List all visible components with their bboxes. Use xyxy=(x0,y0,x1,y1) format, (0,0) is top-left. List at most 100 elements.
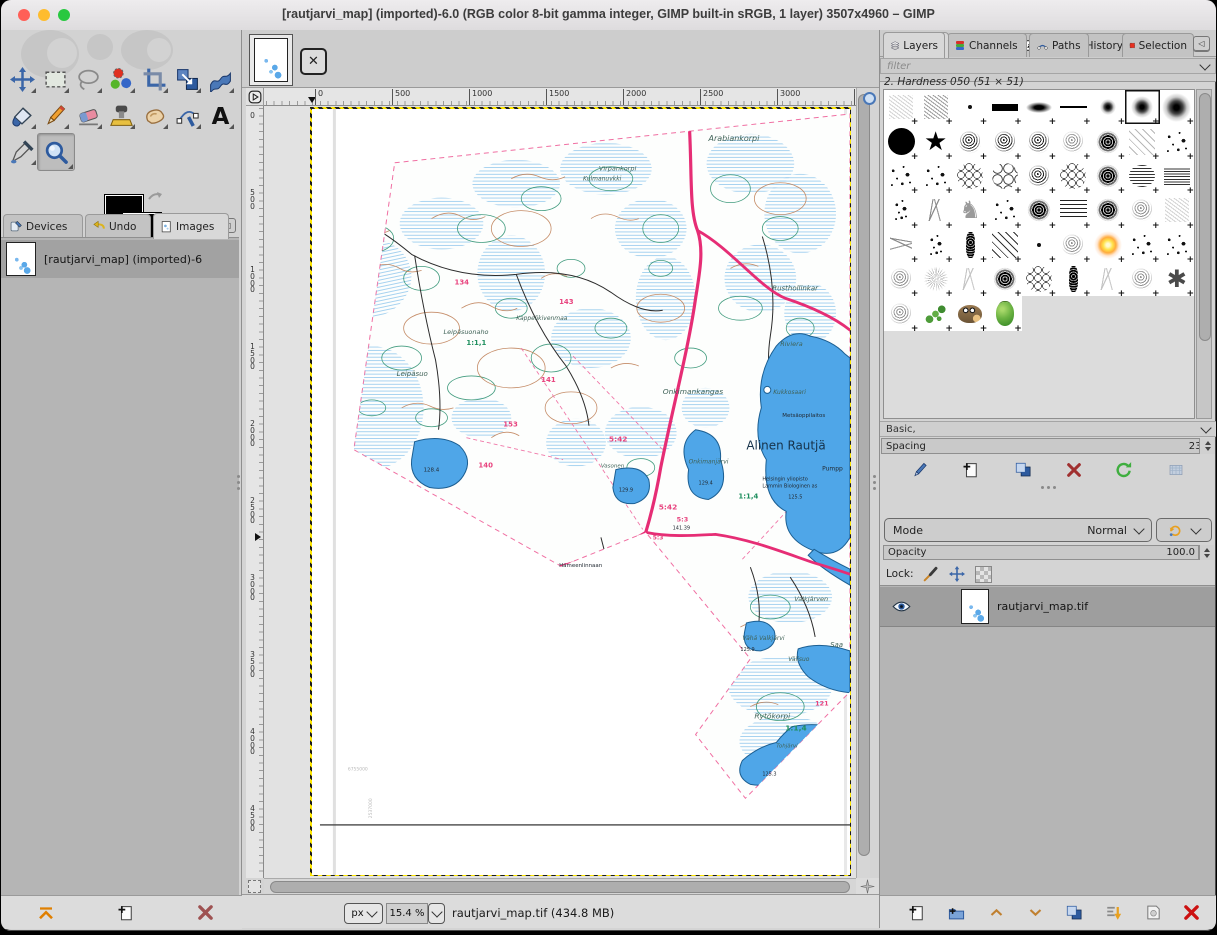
tab-layers[interactable]: Layers xyxy=(883,32,945,58)
horizontal-ruler[interactable]: 0500100015002000250030003500 xyxy=(264,88,856,106)
brush-cell-ringTex[interactable] xyxy=(1022,262,1056,296)
layer-mask-icon[interactable] xyxy=(1145,904,1162,921)
brush-cell-blobG[interactable] xyxy=(1056,228,1090,262)
unified-transform-tool[interactable] xyxy=(172,64,202,94)
tab-undo[interactable]: Undo xyxy=(85,214,151,238)
eraser-tool[interactable] xyxy=(73,100,103,130)
brush-filter-input[interactable]: filter xyxy=(880,58,1216,74)
brush-cell-spray[interactable] xyxy=(1160,228,1194,262)
brush-cell-inkBlob[interactable] xyxy=(1022,193,1056,227)
brush-cell-spray[interactable] xyxy=(1125,228,1159,262)
merge-layer-icon[interactable] xyxy=(1105,904,1123,922)
brush-cell-texR[interactable] xyxy=(884,262,918,296)
pencil-tool[interactable] xyxy=(40,100,70,130)
clone-tool[interactable] xyxy=(106,100,136,130)
crop-tool[interactable] xyxy=(139,64,169,94)
brush-cell-strokeV[interactable] xyxy=(884,228,918,262)
unit-dropdown[interactable]: px xyxy=(344,903,383,924)
brush-preset-dropdown[interactable]: Basic, xyxy=(880,421,1216,437)
brush-cell-spiky[interactable]: ✱ xyxy=(1160,262,1194,296)
canvas[interactable]: ArabiankorpiVirpankorpiKulmanuvkkiRustho… xyxy=(264,106,856,878)
open-as-image-icon[interactable] xyxy=(1167,462,1185,478)
brush-cell-pepper[interactable] xyxy=(987,296,1021,330)
tab-images[interactable]: Images xyxy=(153,213,229,239)
lock-pixels-icon[interactable] xyxy=(923,566,939,582)
ruler-menu-button[interactable] xyxy=(246,88,264,106)
mode-dropdown[interactable]: Mode Normal xyxy=(884,518,1152,542)
brush-cell-speckV[interactable] xyxy=(884,193,918,227)
dock-menu-button[interactable]: ◁ xyxy=(1193,36,1210,51)
visibility-eye-icon[interactable] xyxy=(892,600,911,613)
opacity-spinner[interactable] xyxy=(1199,545,1214,560)
brush-cell-circle[interactable] xyxy=(884,124,918,158)
navigation-button[interactable] xyxy=(856,878,879,894)
horizontal-scrollbar[interactable] xyxy=(264,878,856,893)
vertical-ruler[interactable]: 05 0 01 0 0 01 5 0 02 0 0 02 5 0 03 0 0 … xyxy=(246,106,264,878)
panel-splitter[interactable] xyxy=(880,483,1216,491)
opacity-slider[interactable]: Opacity 100.0 xyxy=(883,545,1199,560)
brush-cell-faintDiag[interactable] xyxy=(1125,124,1159,158)
dock-splitter[interactable] xyxy=(237,475,240,490)
brush-cell-swirl[interactable] xyxy=(1091,193,1125,227)
brush-cell-star[interactable]: ★ xyxy=(918,124,952,158)
image-list-item[interactable]: [rautjarvi_map] (imported)-6 xyxy=(1,240,239,278)
brush-cell-speckC[interactable] xyxy=(987,193,1021,227)
lock-position-icon[interactable] xyxy=(949,566,965,582)
select-by-color-tool[interactable] xyxy=(106,64,136,94)
tab-paths[interactable]: Paths xyxy=(1029,33,1089,57)
move-tool[interactable] xyxy=(7,64,37,94)
brush-cell-dotT[interactable] xyxy=(953,90,987,124)
brush-cell-sparse[interactable] xyxy=(1160,124,1194,158)
tab-devices[interactable]: Devices xyxy=(3,214,83,238)
brush-cell-dots[interactable] xyxy=(918,159,952,193)
vertical-scrollbar-thumb[interactable] xyxy=(858,94,870,856)
layer-row[interactable]: rautjarvi_map.tif xyxy=(880,587,1215,627)
lower-layer-icon[interactable] xyxy=(1027,905,1044,920)
brush-cell-hatchBlob[interactable] xyxy=(1125,159,1159,193)
zoom-level-input[interactable]: 15.4 % xyxy=(386,903,428,924)
brush-cell-figures[interactable] xyxy=(1056,262,1090,296)
brush-cell-faintS[interactable] xyxy=(953,262,987,296)
rectangle-select-tool[interactable] xyxy=(40,64,70,94)
brush-cell-blobS[interactable] xyxy=(1125,262,1159,296)
swap-colors-icon[interactable] xyxy=(147,190,163,204)
quickmask-toggle[interactable] xyxy=(248,880,261,893)
brush-cell-animal[interactable]: ♞ xyxy=(953,193,987,227)
free-select-tool[interactable] xyxy=(73,64,103,94)
duplicate-brush-icon[interactable] xyxy=(1014,461,1032,479)
brush-cell-glow[interactable] xyxy=(1091,228,1125,262)
brush-cell-hatchSq[interactable] xyxy=(1160,159,1194,193)
brush-cell-splat[interactable] xyxy=(953,124,987,158)
brush-cell-soft1[interactable] xyxy=(1091,90,1125,124)
default-tab-icon[interactable]: ✕ xyxy=(300,48,327,75)
brush-cell-line[interactable] xyxy=(1056,90,1090,124)
brush-cell-soft2[interactable] xyxy=(1125,90,1159,124)
delete-image-icon[interactable] xyxy=(197,904,214,921)
brush-cell-inkB[interactable] xyxy=(987,262,1021,296)
brush-cell-tex2[interactable] xyxy=(918,90,952,124)
brush-cell-dotT2[interactable] xyxy=(1022,228,1056,262)
brush-cell-splat[interactable] xyxy=(1022,124,1056,158)
titlebar[interactable]: [rautjarvi_map] (imported)-6.0 (RGB colo… xyxy=(1,0,1216,31)
image-tab[interactable] xyxy=(249,34,293,86)
zoom-follows-window-icon[interactable] xyxy=(863,92,876,105)
brush-cell-tex1[interactable] xyxy=(884,90,918,124)
zoom-dropdown[interactable] xyxy=(428,903,445,924)
brush-cell-wisp[interactable] xyxy=(1056,124,1090,158)
brush-cell-bubbles[interactable] xyxy=(987,159,1021,193)
brush-cell-wilber[interactable] xyxy=(953,296,987,330)
warp-transform-tool[interactable] xyxy=(205,64,235,94)
brush-cell-wisp[interactable] xyxy=(1125,193,1159,227)
brush-cell-ringDots[interactable] xyxy=(1056,159,1090,193)
brush-cell-inkBlob[interactable] xyxy=(1091,124,1125,158)
horizontal-scrollbar-thumb[interactable] xyxy=(270,881,850,893)
brush-cell-softE[interactable] xyxy=(1022,90,1056,124)
brush-cell-splat[interactable] xyxy=(1022,159,1056,193)
delete-layer-icon[interactable] xyxy=(1183,904,1200,921)
tab-channels[interactable]: Channels xyxy=(947,33,1027,57)
brush-cell-dotsV[interactable] xyxy=(918,228,952,262)
brush-cell-burst[interactable] xyxy=(918,262,952,296)
vertical-scrollbar[interactable] xyxy=(856,88,870,878)
brush-cell-soft3[interactable] xyxy=(1160,90,1194,124)
new-image-icon[interactable] xyxy=(117,904,135,922)
